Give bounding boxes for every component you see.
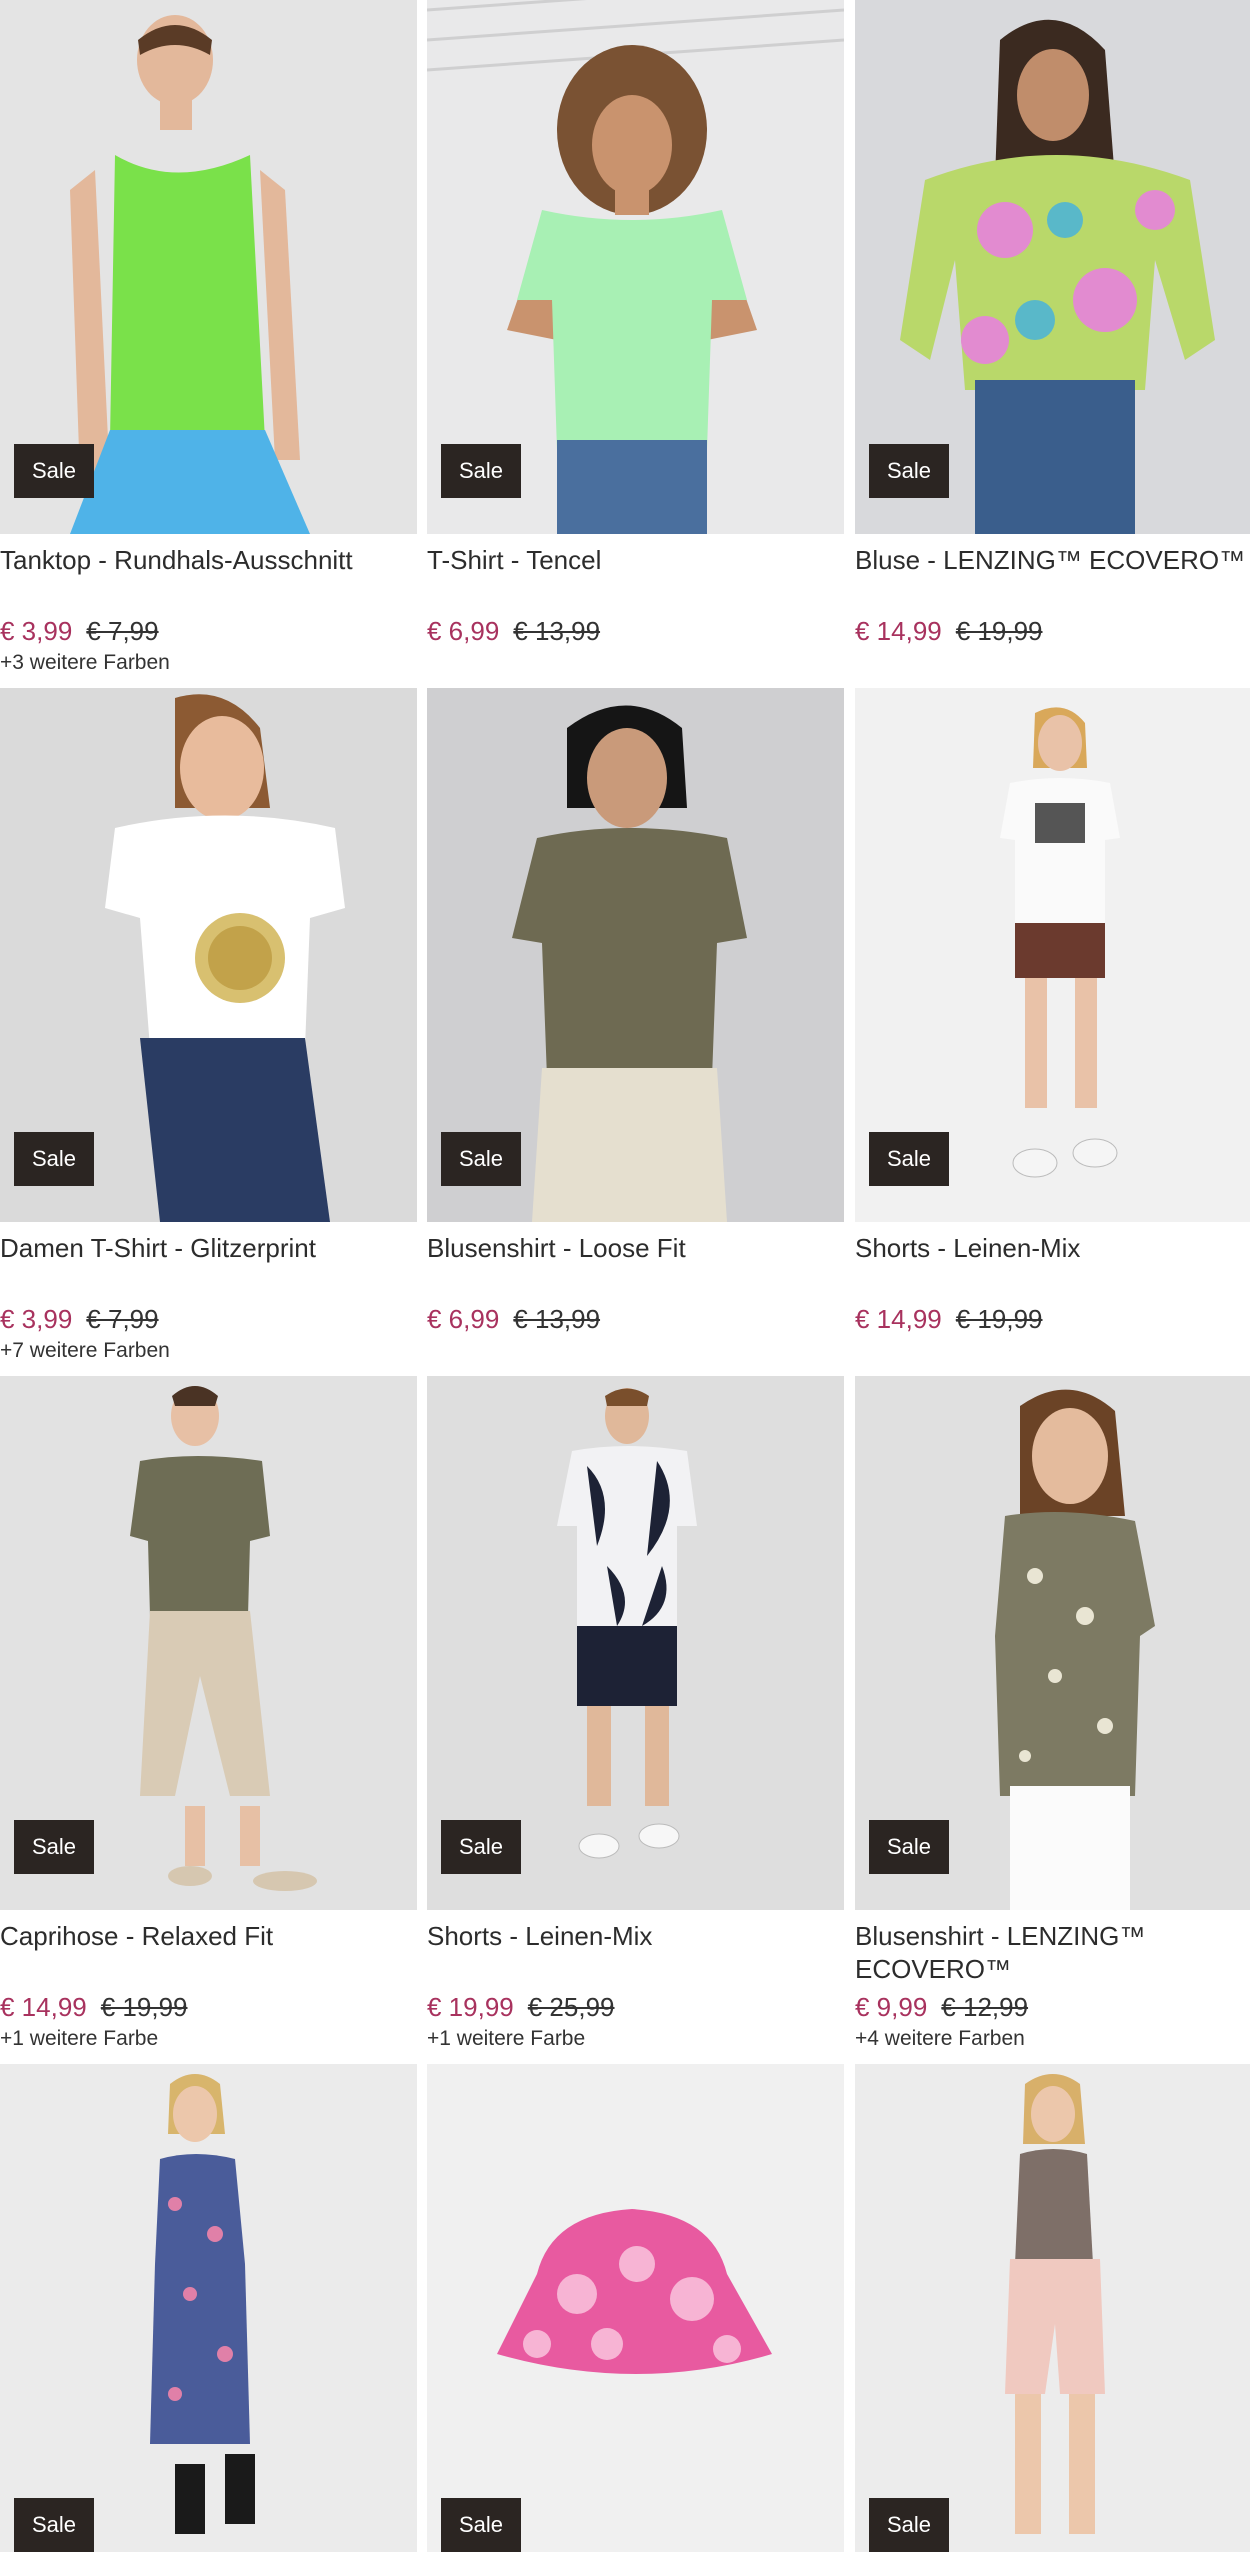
product-price-row: € 3,99 € 7,99	[0, 1304, 417, 1334]
product-card[interactable]: Sale Bluse - LENZING™ ECOVERO™ € 14,99 € …	[855, 0, 1250, 650]
product-price-row: € 9,99 € 12,99	[855, 1992, 1250, 2022]
more-colors-link[interactable]: +4 weitere Farben	[855, 2026, 1250, 2052]
original-price: € 13,99	[513, 616, 601, 646]
product-image[interactable]: Sale	[0, 2064, 417, 2552]
sale-badge: Sale	[14, 444, 95, 498]
product-card[interactable]: Sale Shorts - Leinen-Mix € 14,99 € 19,99	[855, 688, 1250, 1338]
product-image[interactable]: Sale	[0, 688, 417, 1222]
sale-price: € 19,99	[427, 1992, 514, 2022]
sale-price: € 6,99	[427, 616, 500, 646]
sale-price: € 9,99	[855, 1992, 928, 2022]
product-photo	[855, 2064, 1250, 2552]
original-price: € 25,99	[527, 1992, 615, 2022]
product-card[interactable]: Sale Caprihose - Relaxed Fit € 14,99 € 19…	[0, 1376, 417, 2052]
product-card[interactable]: Sale Blusenshirt - Loose Fit € 6,99 € 13,…	[427, 688, 844, 1338]
product-photo	[0, 2064, 417, 2552]
product-card[interactable]: Sale Tanktop - Rundhals-Ausschnitt € 3,9…	[0, 0, 417, 676]
sale-price: € 14,99	[855, 616, 942, 646]
sale-price: € 14,99	[0, 1992, 87, 2022]
product-price-row: € 19,99 € 25,99	[427, 1992, 844, 2022]
product-card[interactable]: Sale Damen T-Shirt - Glitzerprint € 3,99…	[0, 688, 417, 1364]
original-price: € 19,99	[955, 616, 1043, 646]
product-price-row: € 14,99 € 19,99	[855, 616, 1250, 646]
product-image[interactable]: Sale	[0, 1376, 417, 1910]
product-title[interactable]: T-Shirt - Tencel	[427, 544, 844, 612]
sale-badge: Sale	[441, 2498, 522, 2552]
product-image[interactable]: Sale	[855, 0, 1250, 534]
product-image[interactable]: Sale	[427, 1376, 844, 1910]
product-title[interactable]: Blusenshirt - LENZING™ ECOVERO™	[855, 1920, 1250, 1988]
product-title[interactable]: Shorts - Leinen-Mix	[427, 1920, 844, 1988]
sale-badge: Sale	[869, 1820, 950, 1874]
original-price: € 7,99	[86, 1304, 159, 1334]
sale-badge: Sale	[441, 1132, 522, 1186]
sale-badge: Sale	[869, 444, 950, 498]
original-price: € 19,99	[955, 1304, 1043, 1334]
more-colors-link[interactable]: +3 weitere Farben	[0, 650, 417, 676]
original-price: € 19,99	[100, 1992, 188, 2022]
product-image[interactable]: Sale	[855, 688, 1250, 1222]
sale-price: € 14,99	[855, 1304, 942, 1334]
original-price: € 13,99	[513, 1304, 601, 1334]
more-colors-link[interactable]: +1 weitere Farbe	[427, 2026, 844, 2052]
product-title[interactable]: Tanktop - Rundhals-Ausschnitt	[0, 544, 417, 612]
product-title[interactable]: Damen T-Shirt - Glitzerprint	[0, 1232, 417, 1300]
original-price: € 7,99	[86, 616, 159, 646]
product-image[interactable]: Sale	[855, 2064, 1250, 2552]
sale-badge: Sale	[14, 2498, 95, 2552]
product-image[interactable]: Sale	[855, 1376, 1250, 1910]
sale-price: € 6,99	[427, 1304, 500, 1334]
product-price-row: € 3,99 € 7,99	[0, 616, 417, 646]
product-title[interactable]: Blusenshirt - Loose Fit	[427, 1232, 844, 1300]
product-price-row: € 6,99 € 13,99	[427, 1304, 844, 1334]
product-card[interactable]: Sale	[0, 2064, 417, 2552]
product-photo	[427, 2064, 844, 2552]
sale-badge: Sale	[14, 1820, 95, 1874]
sale-price: € 3,99	[0, 1304, 73, 1334]
more-colors-link[interactable]: +7 weitere Farben	[0, 1338, 417, 1364]
product-title[interactable]: Bluse - LENZING™ ECOVERO™	[855, 544, 1250, 612]
sale-badge: Sale	[14, 1132, 95, 1186]
product-image[interactable]: Sale	[0, 0, 417, 534]
sale-badge: Sale	[869, 2498, 950, 2552]
product-image[interactable]: Sale	[427, 688, 844, 1222]
product-card[interactable]: Sale Blusenshirt - LENZING™ ECOVERO™ € 9…	[855, 1376, 1250, 2052]
sale-price: € 3,99	[0, 616, 73, 646]
original-price: € 12,99	[941, 1992, 1029, 2022]
sale-badge: Sale	[869, 1132, 950, 1186]
product-card[interactable]: Sale	[427, 2064, 844, 2552]
product-price-row: € 6,99 € 13,99	[427, 616, 844, 646]
sale-badge: Sale	[441, 1820, 522, 1874]
product-card[interactable]: Sale	[855, 2064, 1250, 2552]
product-grid: Sale Tanktop - Rundhals-Ausschnitt € 3,9…	[0, 0, 1250, 2552]
product-image[interactable]: Sale	[427, 2064, 844, 2552]
more-colors-link[interactable]: +1 weitere Farbe	[0, 2026, 417, 2052]
product-image[interactable]: Sale	[427, 0, 844, 534]
product-price-row: € 14,99 € 19,99	[855, 1304, 1250, 1334]
product-card[interactable]: Sale T-Shirt - Tencel € 6,99 € 13,99	[427, 0, 844, 650]
product-title[interactable]: Caprihose - Relaxed Fit	[0, 1920, 417, 1988]
sale-badge: Sale	[441, 444, 522, 498]
product-card[interactable]: Sale Shorts - Leinen-Mix € 19,99 € 25,99 …	[427, 1376, 844, 2052]
product-price-row: € 14,99 € 19,99	[0, 1992, 417, 2022]
product-title[interactable]: Shorts - Leinen-Mix	[855, 1232, 1250, 1300]
